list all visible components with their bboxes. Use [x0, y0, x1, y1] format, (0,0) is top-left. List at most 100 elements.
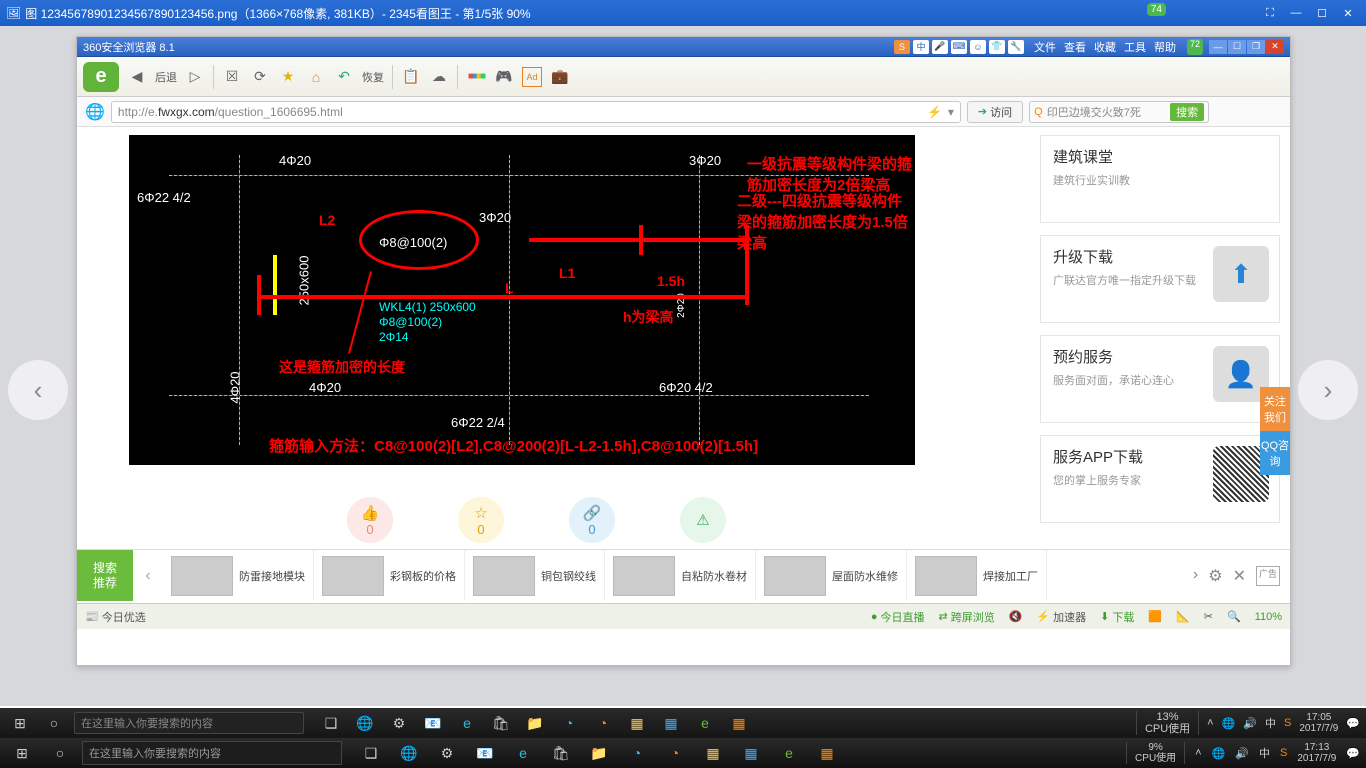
next-image-button[interactable]: ›: [1298, 360, 1358, 420]
fullscreen-icon[interactable]: ⛶: [1258, 4, 1282, 22]
taskbar-app-icon[interactable]: ◔: [658, 740, 692, 766]
back-button[interactable]: ◀: [127, 67, 147, 87]
card-classroom[interactable]: 建筑课堂 建筑行业实训教: [1040, 135, 1280, 223]
undo-button[interactable]: ↶: [334, 67, 354, 87]
tray-net-icon[interactable]: 🌐: [1212, 747, 1226, 760]
ime-cn-icon[interactable]: 中: [913, 40, 929, 54]
rec-item[interactable]: 防雷接地模块: [163, 550, 314, 601]
game-icon[interactable]: 🎮: [494, 67, 514, 87]
rec-settings-icon[interactable]: ⚙: [1208, 566, 1222, 586]
close-button[interactable]: ✕: [1266, 40, 1284, 54]
menu-view[interactable]: 查看: [1064, 39, 1086, 55]
ime-face-icon[interactable]: ☺: [970, 40, 986, 54]
tray-sogou-icon[interactable]: S: [1284, 717, 1291, 729]
refresh-button[interactable]: ⟳: [250, 67, 270, 87]
taskbar-app-icon[interactable]: ▦: [810, 740, 844, 766]
home-button[interactable]: ⌂: [306, 67, 326, 87]
ime-tool-icon[interactable]: 🔧: [1008, 40, 1024, 54]
app-icon[interactable]: e: [690, 711, 720, 735]
cut-icon[interactable]: ✂: [1204, 610, 1213, 623]
menu-tool[interactable]: 工具: [1124, 39, 1146, 55]
ext-icon[interactable]: 🟧: [1148, 610, 1162, 623]
inner-cortana-icon[interactable]: ○: [40, 711, 68, 735]
rec-item[interactable]: 焊接加工厂: [907, 550, 1047, 601]
prev-image-button[interactable]: ‹: [8, 360, 68, 420]
tray-vol-icon[interactable]: 🔊: [1243, 717, 1257, 730]
search-engine-icon[interactable]: Q: [1034, 106, 1043, 118]
taskbar-app-icon[interactable]: ⚙: [430, 740, 464, 766]
sogou-icon[interactable]: S: [894, 40, 910, 54]
taskbar-app-icon[interactable]: ▦: [734, 740, 768, 766]
taskbar-app-icon[interactable]: ▦: [696, 740, 730, 766]
ad-icon[interactable]: Ad: [522, 67, 542, 87]
start-button[interactable]: ⊞: [6, 740, 38, 766]
inner-search-input[interactable]: 在这里输入你要搜索的内容: [74, 712, 304, 734]
app-icon[interactable]: ▦: [656, 711, 686, 735]
ime-cloth-icon[interactable]: 👕: [989, 40, 1005, 54]
card-reserve[interactable]: 预约服务 服务面对面，承诺心连心 👤: [1040, 335, 1280, 423]
card-app[interactable]: 服务APP下载 您的掌上服务专家: [1040, 435, 1280, 523]
clipboard-icon[interactable]: 📋: [401, 67, 421, 87]
search-button[interactable]: 搜索: [1170, 103, 1204, 121]
today-button[interactable]: 📰 今日优选: [85, 609, 146, 625]
min-button[interactable]: —: [1209, 40, 1227, 54]
app-icon[interactable]: ▦: [622, 711, 652, 735]
tray-up-icon[interactable]: ˄: [1195, 747, 1201, 759]
app-icon[interactable]: ⚙: [384, 711, 414, 735]
taskbar-app-icon[interactable]: ◔: [620, 740, 654, 766]
rec-next-button[interactable]: ›: [1193, 566, 1198, 586]
forward-button[interactable]: ▷: [185, 67, 205, 87]
app-icon[interactable]: 🌐: [350, 711, 380, 735]
card-upgrade[interactable]: 升级下载 广联达官方唯一指定升级下载 ⬆: [1040, 235, 1280, 323]
taskview-icon[interactable]: ❑: [354, 740, 388, 766]
wallet-icon[interactable]: 💼: [550, 67, 570, 87]
tray-net-icon[interactable]: 🌐: [1222, 717, 1236, 730]
taskbar-app-icon[interactable]: 📁: [582, 740, 616, 766]
mute-icon[interactable]: 🔇: [1009, 610, 1023, 623]
live-button[interactable]: ● 今日直播: [871, 609, 925, 625]
app-icon[interactable]: ◔: [588, 711, 618, 735]
tray-ime-icon[interactable]: 中: [1265, 715, 1276, 731]
360-logo-icon[interactable]: e: [83, 62, 119, 92]
search-box[interactable]: Q 印巴边境交火致7死 搜索: [1029, 101, 1209, 123]
max-button[interactable]: ☐: [1228, 40, 1246, 54]
compat-icon[interactable]: ⚡: [927, 105, 942, 119]
rec-close-icon[interactable]: ✕: [1233, 566, 1246, 586]
close-icon[interactable]: ✕: [1336, 4, 1360, 22]
star-button[interactable]: ★: [278, 67, 298, 87]
app-icon[interactable]: 🛍: [486, 711, 516, 735]
app-icon[interactable]: 📁: [520, 711, 550, 735]
rec-item[interactable]: 自粘防水卷材: [605, 550, 756, 601]
minimize-icon[interactable]: —: [1284, 4, 1308, 22]
search-input[interactable]: 在这里输入你要搜索的内容: [82, 741, 342, 765]
go-button[interactable]: ➔访问: [967, 101, 1023, 123]
tray-notif-icon[interactable]: 💬: [1346, 717, 1360, 730]
app-icon[interactable]: ▦: [724, 711, 754, 735]
tray-up-icon[interactable]: ˄: [1207, 717, 1213, 729]
zoom-level[interactable]: 110%: [1255, 611, 1282, 623]
tag-qq[interactable]: QQ咨询: [1260, 431, 1290, 475]
cloud-icon[interactable]: ☁: [429, 67, 449, 87]
tray-sogou-icon[interactable]: S: [1280, 747, 1287, 759]
maximize-icon[interactable]: ☐: [1310, 4, 1334, 22]
rec-item[interactable]: 屋面防水维修: [756, 550, 907, 601]
tool-icon[interactable]: 📐: [1176, 610, 1190, 623]
taskbar-app-icon[interactable]: e: [772, 740, 806, 766]
ime-kb-icon[interactable]: ⌨: [951, 40, 967, 54]
menu-help[interactable]: 帮助: [1154, 39, 1176, 55]
task-icon[interactable]: ❑: [316, 711, 346, 735]
rec-prev-button[interactable]: ‹: [133, 567, 163, 585]
accel-button[interactable]: ⚡ 加速器: [1036, 609, 1086, 625]
inner-clock[interactable]: 17:052017/7/9: [1299, 712, 1338, 734]
taskbar-app-icon[interactable]: e: [506, 740, 540, 766]
cortana-icon[interactable]: ○: [44, 740, 76, 766]
download-button[interactable]: ⬇ 下载: [1100, 609, 1134, 625]
dropdown-icon[interactable]: ▾: [948, 105, 954, 119]
cpu-meter[interactable]: 9%CPU使用: [1126, 742, 1185, 764]
url-input[interactable]: http://e.fwxgx.com/question_1606695.html…: [111, 101, 961, 123]
cross-button[interactable]: ⇄ 跨屏浏览: [939, 609, 995, 625]
taskbar-app-icon[interactable]: 🛍: [544, 740, 578, 766]
app-icon[interactable]: e: [452, 711, 482, 735]
stop-button[interactable]: ☒: [222, 67, 242, 87]
app-icon[interactable]: 📧: [418, 711, 448, 735]
